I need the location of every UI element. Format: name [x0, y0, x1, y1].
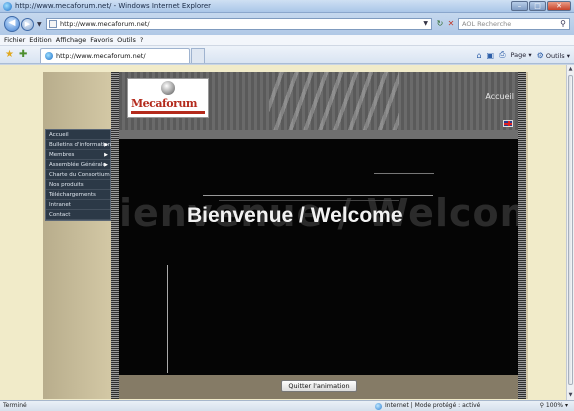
- nav-item-contact[interactable]: Contact: [46, 210, 110, 220]
- status-text: Terminé: [3, 402, 27, 409]
- submenu-arrow-icon: ▶: [104, 142, 108, 148]
- nav-item-produits[interactable]: Nos produits: [46, 180, 110, 190]
- menu-help[interactable]: ?: [140, 35, 147, 45]
- site-logo[interactable]: Mecaforum: [127, 78, 209, 118]
- window-titlebar: http://www.mecaforum.net/ - Windows Inte…: [0, 0, 574, 13]
- header-home-link[interactable]: Accueil: [485, 92, 514, 101]
- menu-bar: Fichier Edition Affichage Favoris Outils…: [0, 35, 574, 46]
- minimize-button[interactable]: –: [511, 1, 528, 11]
- url-dropdown-icon[interactable]: ▼: [423, 20, 428, 27]
- page-icon: [49, 20, 57, 28]
- nav-item-label: Bulletins d'information: [49, 142, 112, 148]
- tab-label: http://www.mecaforum.net/: [56, 52, 146, 60]
- left-stripe: [111, 72, 119, 399]
- zoom-value: 100%: [545, 402, 564, 409]
- nav-item-intranet[interactable]: Intranet: [46, 200, 110, 210]
- site-header: Mecaforum Accueil: [119, 72, 518, 130]
- close-button[interactable]: ✕: [547, 1, 571, 11]
- feeds-icon[interactable]: ▣: [487, 51, 495, 60]
- nav-item-label: Charte du Consortium: [49, 172, 110, 178]
- skip-animation-button[interactable]: Quitter l'animation: [281, 380, 357, 392]
- logo-text: Mecaforum: [131, 97, 198, 110]
- nav-item-label: Contact: [49, 212, 71, 218]
- animation-footer: Quitter l'animation: [119, 375, 518, 399]
- page-menu-label: Page: [510, 51, 527, 59]
- new-tab-button[interactable]: [191, 48, 205, 63]
- window-title: http://www.mecaforum.net/ - Windows Inte…: [15, 2, 212, 10]
- add-favorite-icon[interactable]: ✚: [19, 49, 27, 61]
- nav-item-label: Assemblée Générale: [49, 162, 106, 168]
- header-strip: [119, 130, 518, 139]
- nav-item-label: Téléchargements: [49, 192, 96, 198]
- tools-menu[interactable]: ⚙ Outils ▾: [537, 51, 570, 60]
- nav-item-label: Nos produits: [49, 182, 84, 188]
- submenu-arrow-icon: ▶: [104, 162, 108, 168]
- zoom-level[interactable]: ⚲ 100% ▾: [540, 402, 568, 409]
- forward-button[interactable]: ▶: [21, 18, 34, 31]
- nav-item-membres[interactable]: Membres ▶: [46, 150, 110, 160]
- back-button[interactable]: ◀: [4, 16, 20, 32]
- tools-menu-label: Outils: [545, 51, 565, 60]
- menu-favorites[interactable]: Favoris: [90, 35, 117, 45]
- nav-item-charte[interactable]: Charte du Consortium: [46, 170, 110, 180]
- header-decoration: [269, 72, 399, 130]
- site-frame: Mecaforum Accueil ienvenue / Welcome Bie…: [43, 72, 528, 399]
- search-placeholder: AOL Recherche: [462, 20, 512, 28]
- menu-tools[interactable]: Outils: [117, 35, 140, 45]
- status-bar: Terminé Internet | Mode protégé : activé…: [0, 400, 574, 411]
- menu-file[interactable]: Fichier: [4, 35, 29, 45]
- maximize-button[interactable]: □: [529, 1, 546, 11]
- magnifier-icon: ⚲: [539, 402, 544, 409]
- scroll-thumb[interactable]: [568, 75, 573, 385]
- right-stripe: [518, 72, 526, 399]
- welcome-heading: Bienvenue / Welcome: [187, 204, 403, 227]
- logo-underline: [131, 111, 205, 114]
- url-field[interactable]: http://www.mecaforum.net/ ▼: [46, 18, 432, 30]
- print-icon[interactable]: ⎙: [499, 50, 505, 60]
- nav-item-label: Intranet: [49, 202, 71, 208]
- submenu-arrow-icon: ▶: [104, 152, 108, 158]
- page-menu[interactable]: Page ▾: [511, 51, 532, 59]
- tab-favicon-icon: [45, 52, 53, 60]
- menu-edit[interactable]: Edition: [29, 35, 56, 45]
- anim-line: [167, 265, 168, 373]
- vertical-scrollbar[interactable]: ▲ ▼: [566, 65, 574, 400]
- tab-active[interactable]: http://www.mecaforum.net/: [40, 48, 190, 63]
- anim-line: [374, 173, 434, 174]
- anim-line: [219, 200, 399, 201]
- logo-ball-icon: [161, 81, 175, 95]
- nav-item-telechargements[interactable]: Téléchargements: [46, 190, 110, 200]
- nav-item-label: Membres: [49, 152, 75, 158]
- scroll-down-icon[interactable]: ▼: [568, 392, 573, 399]
- home-icon[interactable]: ⌂: [476, 51, 481, 60]
- nav-item-accueil[interactable]: Accueil: [46, 130, 110, 140]
- left-panel: [43, 72, 111, 399]
- nav-item-bulletins[interactable]: Bulletins d'information ▶: [46, 140, 112, 150]
- search-input[interactable]: AOL Recherche ⚲: [458, 18, 570, 30]
- security-zone-text: Internet | Mode protégé : activé: [385, 402, 481, 409]
- tab-toolbar: ★ ✚ http://www.mecaforum.net/ ⌂ ▣ ⎙ Page…: [0, 46, 574, 64]
- uk-flag-icon[interactable]: [503, 120, 513, 127]
- ie-logo-icon: [3, 2, 12, 11]
- nav-item-assemblee[interactable]: Assemblée Générale ▶: [46, 160, 110, 170]
- gear-icon: ⚙: [536, 50, 544, 60]
- site-nav-menu: Accueil Bulletins d'information ▶ Membres…: [45, 129, 111, 221]
- favorites-star-icon[interactable]: ★: [5, 49, 14, 61]
- scroll-up-icon[interactable]: ▲: [568, 66, 573, 73]
- page-viewport: Mecaforum Accueil ienvenue / Welcome Bie…: [0, 65, 566, 400]
- refresh-icon[interactable]: ↻: [435, 18, 445, 30]
- internet-zone-icon: [375, 403, 382, 410]
- address-toolbar: ◀ ▶ ▼ http://www.mecaforum.net/ ▼ ↻ ✕ AO…: [0, 13, 574, 35]
- anim-line: [203, 195, 433, 196]
- intro-animation: ienvenue / Welcome Bienvenue / Welcome: [119, 139, 518, 375]
- menu-view[interactable]: Affichage: [56, 35, 91, 45]
- window-controls: – □ ✕: [511, 1, 571, 11]
- url-text: http://www.mecaforum.net/: [60, 20, 150, 28]
- nav-item-label: Accueil: [49, 132, 69, 138]
- command-bar: ⌂ ▣ ⎙ Page ▾ ⚙ Outils ▾: [476, 50, 570, 60]
- search-icon[interactable]: ⚲: [560, 19, 566, 28]
- stop-icon[interactable]: ✕: [446, 18, 456, 30]
- history-dropdown-icon[interactable]: ▼: [37, 21, 42, 28]
